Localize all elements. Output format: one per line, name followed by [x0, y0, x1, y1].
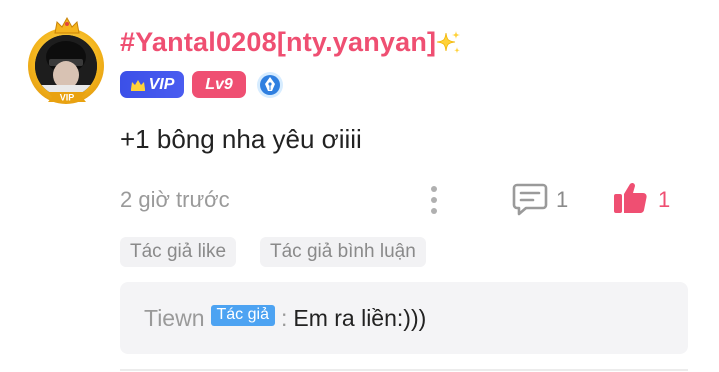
author-replied-tag: Tác giả bình luận [260, 237, 426, 267]
reply-text: Em ra liền:))) [293, 304, 427, 331]
pen-nib-icon[interactable] [256, 71, 284, 99]
comment-content: +1 bông nha yêu ơiiii [120, 124, 362, 154]
like-count: 1 [658, 187, 671, 212]
level-badge[interactable]: Lv9 [192, 71, 246, 98]
comment-item: VIP #Yantal0208[nty.yanyan] VIP Lv9 +1 b… [0, 0, 719, 372]
reply-preview[interactable]: Tiewn Tác giả : Em ra liền:))) [120, 282, 688, 354]
vip-badge-label: VIP [148, 75, 175, 93]
sparkle-icon [436, 31, 460, 54]
avatar[interactable]: VIP [24, 16, 110, 106]
reply-count: 1 [556, 187, 569, 212]
comment-reply-icon[interactable] [512, 182, 548, 216]
svg-text:VIP: VIP [60, 93, 75, 103]
thumbs-up-icon[interactable] [612, 181, 648, 215]
author-liked-tag: Tác giả like [120, 237, 237, 267]
vip-badge[interactable]: VIP [120, 71, 184, 98]
author-tag: Tác giả [210, 304, 275, 326]
divider [120, 369, 688, 371]
crown-icon [130, 79, 145, 91]
more-options-icon[interactable] [422, 184, 446, 216]
crown-icon [54, 16, 80, 34]
vip-ribbon-icon: VIP [48, 92, 86, 103]
reply-separator: : [280, 304, 288, 331]
reply-author[interactable]: Tiewn [144, 305, 205, 332]
username[interactable]: #Yantal0208[nty.yanyan] [120, 27, 436, 58]
comment-timestamp: 2 giờ trước [120, 187, 230, 212]
